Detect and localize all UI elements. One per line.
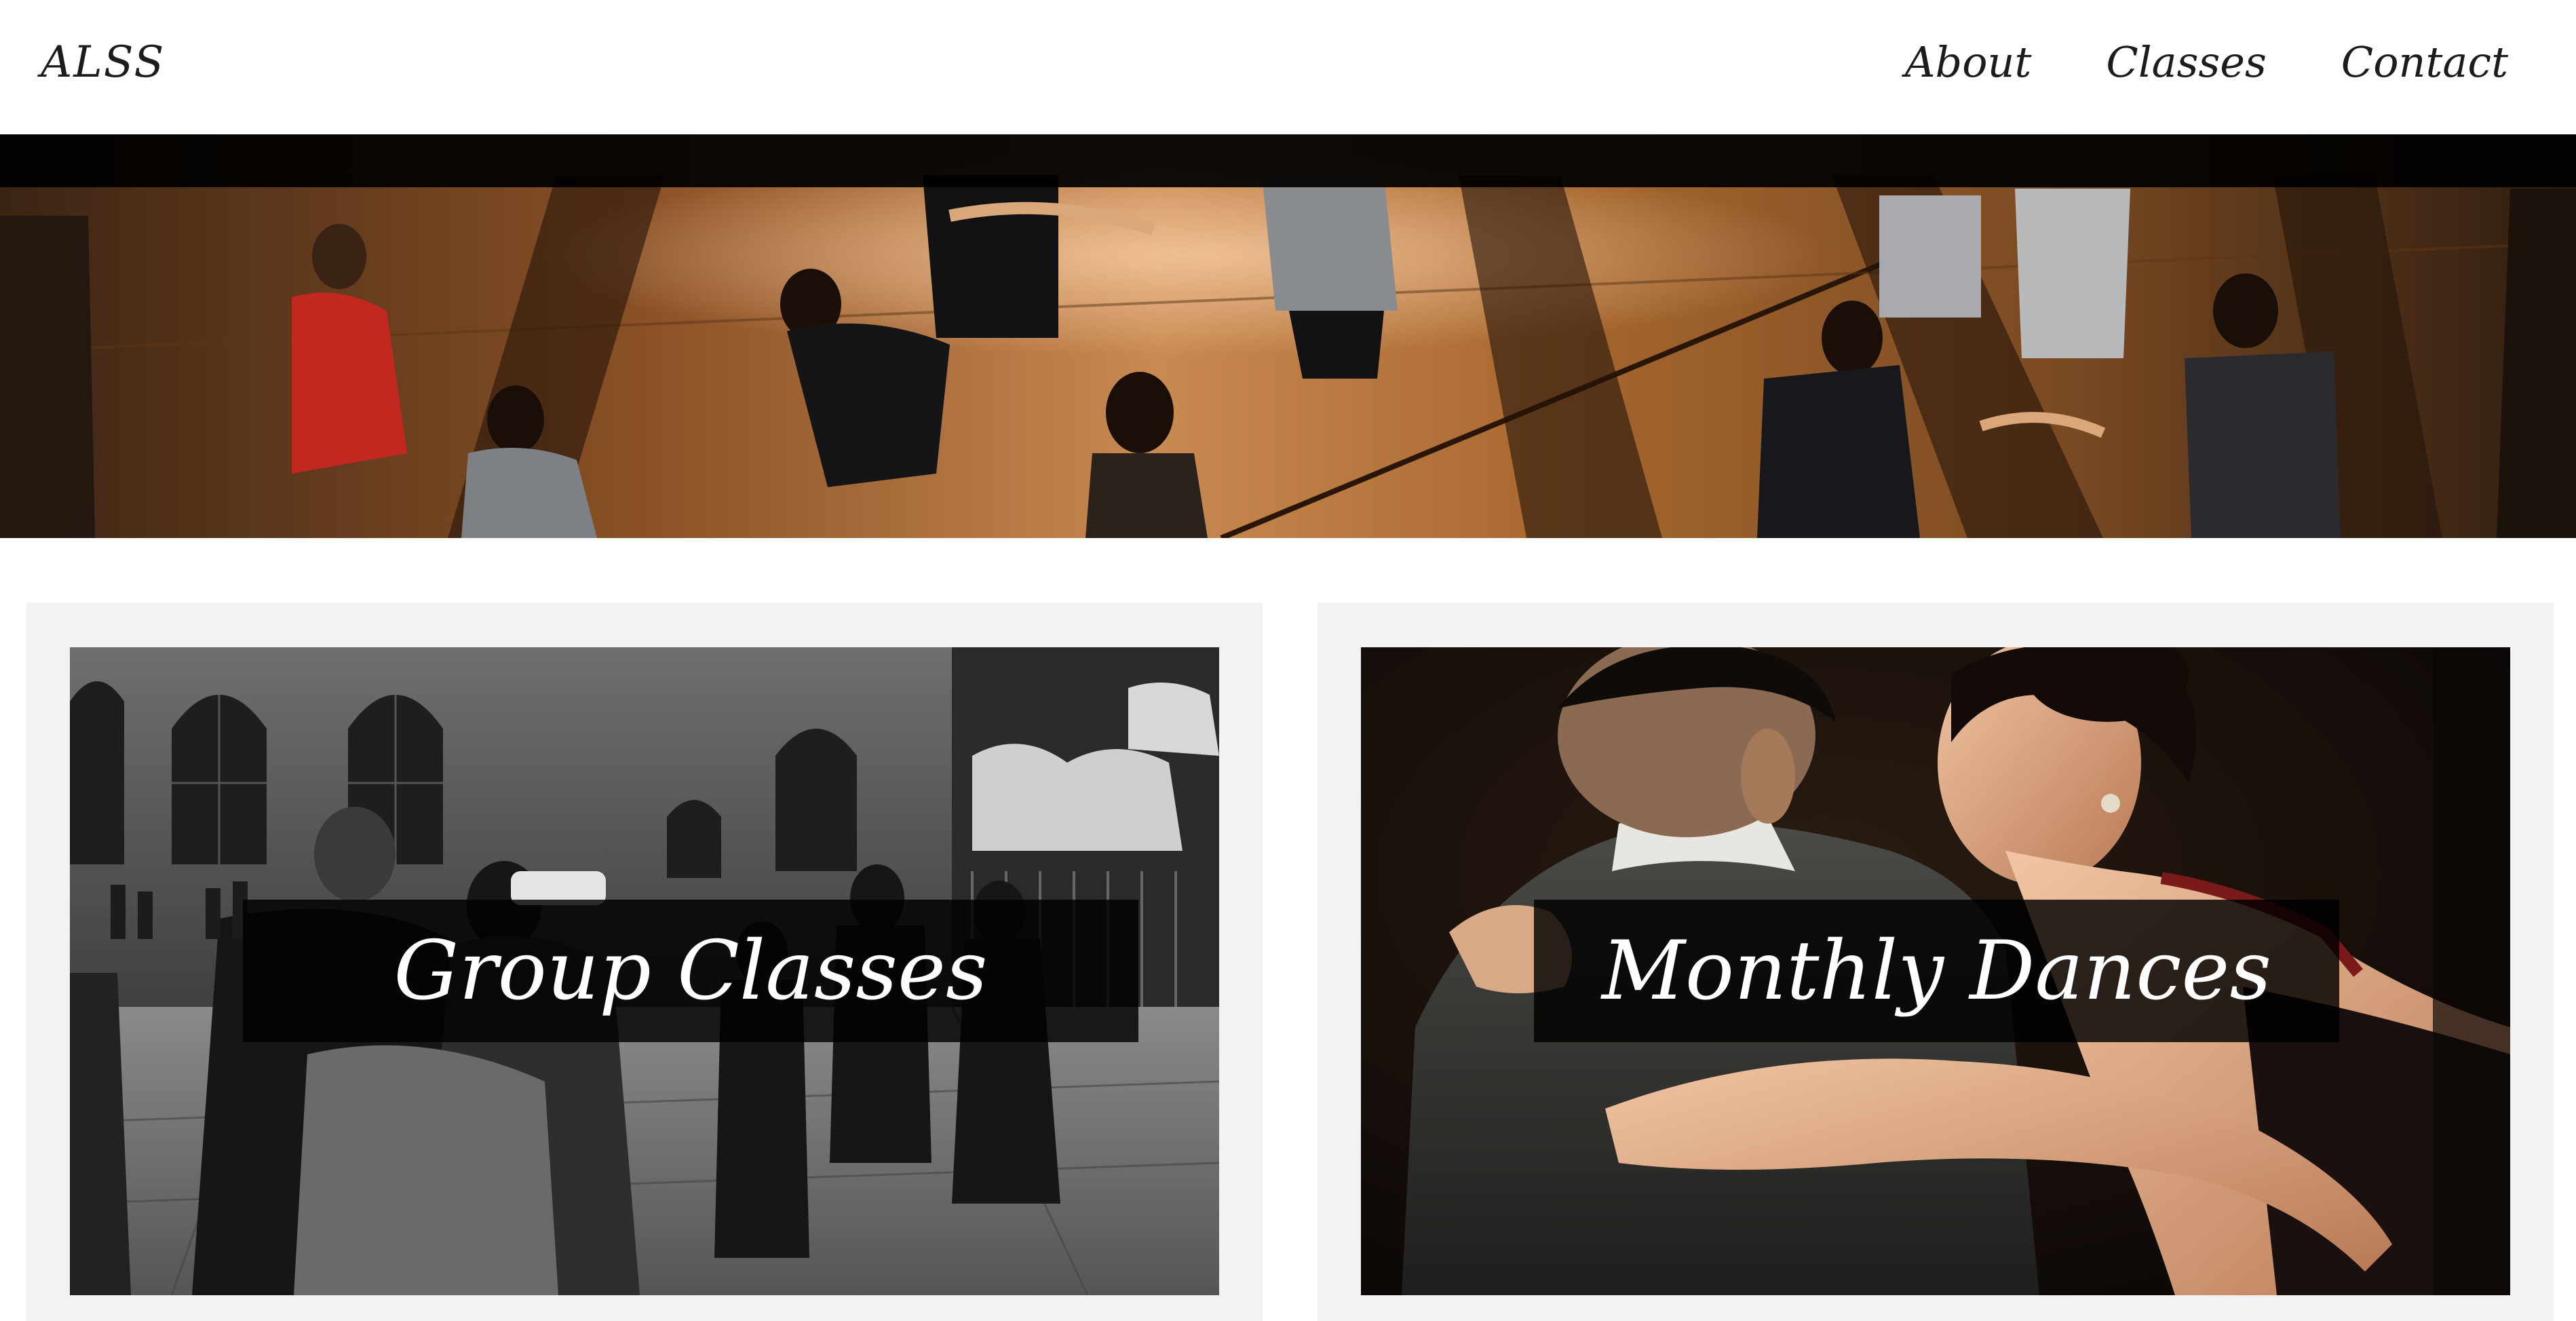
card-photo-monthly-dances[interactable]: Monthly Dances xyxy=(1361,647,2510,1295)
card-group-classes: Group Classes xyxy=(26,602,1263,1321)
card-label-box-group-classes: Group Classes xyxy=(243,900,1138,1042)
main-nav: About Classes Contact xyxy=(1905,37,2508,87)
nav-link-contact[interactable]: Contact xyxy=(2341,37,2508,87)
card-monthly-dances: Monthly Dances xyxy=(1318,602,2554,1321)
card-title-monthly-dances[interactable]: Monthly Dances xyxy=(1602,924,2271,1018)
card-label-box-monthly-dances: Monthly Dances xyxy=(1534,900,2339,1042)
hero-photo xyxy=(0,134,2576,538)
card-title-group-classes[interactable]: Group Classes xyxy=(393,924,987,1018)
nav-link-about[interactable]: About xyxy=(1905,37,2032,87)
hero-banner xyxy=(0,134,2576,538)
brand-logo-link[interactable]: ALSS xyxy=(41,37,165,88)
card-photo-group-classes[interactable]: Group Classes xyxy=(70,647,1219,1295)
nav-link-classes[interactable]: Classes xyxy=(2106,37,2266,87)
site-header: ALSS About Classes Contact xyxy=(0,0,2576,134)
hero-dark-strip xyxy=(0,134,2576,187)
